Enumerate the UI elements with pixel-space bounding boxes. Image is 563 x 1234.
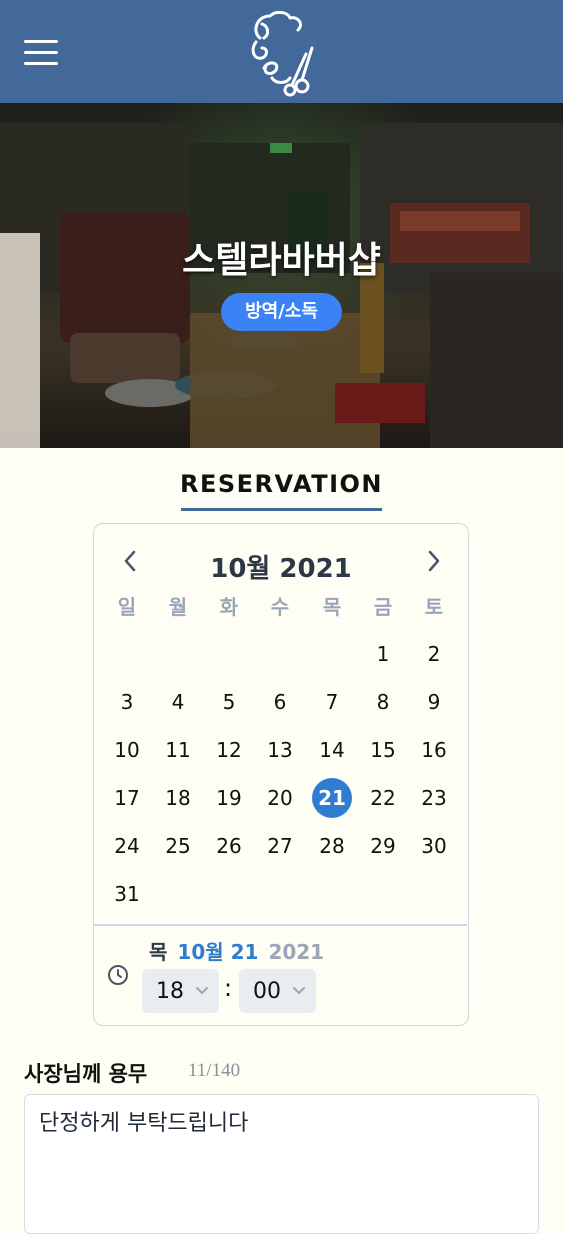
section-underline xyxy=(181,508,382,511)
memo-char-count: 11/140 xyxy=(188,1060,241,1081)
calendar-day[interactable]: 10 xyxy=(107,730,147,770)
calendar-day[interactable]: 28 xyxy=(312,826,352,866)
calendar-day[interactable]: 8 xyxy=(363,682,403,722)
calendar-day[interactable]: 27 xyxy=(260,826,300,866)
minute-value: 00 xyxy=(253,979,281,1004)
calendar-day[interactable]: 12 xyxy=(209,730,249,770)
calendar-day[interactable]: 20 xyxy=(260,778,300,818)
calendar-day[interactable]: 3 xyxy=(107,682,147,722)
calendar-day[interactable]: 22 xyxy=(363,778,403,818)
minute-select[interactable]: 00 xyxy=(239,969,316,1013)
memo-label: 사장님께 용무 xyxy=(24,1062,148,1086)
calendar-day[interactable]: 23 xyxy=(414,778,454,818)
calendar-day[interactable]: 13 xyxy=(260,730,300,770)
calendar-day[interactable]: 5 xyxy=(209,682,249,722)
calendar-day[interactable]: 30 xyxy=(414,826,454,866)
hour-value: 18 xyxy=(156,979,184,1004)
selected-date-summary: 목 10월 21 2021 xyxy=(149,936,324,965)
barber-scissors-logo-icon[interactable] xyxy=(246,8,320,98)
calendar-day[interactable]: 14 xyxy=(312,730,352,770)
calendar-day[interactable]: 19 xyxy=(209,778,249,818)
calendar-day[interactable]: 18 xyxy=(158,778,198,818)
selected-month-day: 10월 21 xyxy=(177,940,259,964)
hour-select[interactable]: 18 xyxy=(142,969,219,1013)
calendar-day[interactable]: 16 xyxy=(414,730,454,770)
calendar-divider xyxy=(94,924,467,926)
calendar-day[interactable]: 1 xyxy=(363,634,403,674)
app-header xyxy=(0,0,563,103)
sanitation-badge: 방역/소독 xyxy=(221,293,342,331)
calendar-day[interactable]: 25 xyxy=(158,826,198,866)
weekday-label: 일 xyxy=(117,595,137,619)
calendar-day[interactable]: 29 xyxy=(363,826,403,866)
calendar-day[interactable]: 9 xyxy=(414,682,454,722)
weekday-label: 목 xyxy=(322,595,342,619)
selected-weekday: 목 xyxy=(149,940,168,964)
date-picker-calendar: 10월 2021 일월화수목금토 1 2 3 4 5 6 7 8 9 10 11 12 13 14 15 16… xyxy=(93,523,469,1026)
weekday-label: 화 xyxy=(219,595,239,619)
selected-year: 2021 xyxy=(268,940,325,964)
hero-banner: 스텔라바버샵 방역/소독 xyxy=(0,103,563,448)
weekday-label: 월 xyxy=(168,595,188,619)
clock-icon xyxy=(108,965,128,985)
calendar-day[interactable]: 4 xyxy=(158,682,198,722)
weekday-label: 토 xyxy=(424,595,444,619)
chevron-down-icon xyxy=(196,987,208,995)
weekday-label: 금 xyxy=(373,595,393,619)
calendar-day[interactable]: 2 xyxy=(414,634,454,674)
calendar-day[interactable]: 26 xyxy=(209,826,249,866)
time-separator: : xyxy=(224,974,233,1002)
calendar-month-label: 10월 2021 xyxy=(210,554,352,584)
calendar-day-selected[interactable]: 21 xyxy=(312,778,352,818)
weekday-label: 수 xyxy=(270,595,290,619)
chevron-right-icon[interactable] xyxy=(418,546,448,576)
hamburger-menu-icon[interactable] xyxy=(24,38,60,66)
section-title: RESERVATION xyxy=(180,470,383,498)
calendar-day[interactable]: 17 xyxy=(107,778,147,818)
calendar-day[interactable]: 6 xyxy=(260,682,300,722)
calendar-day[interactable]: 15 xyxy=(363,730,403,770)
calendar-day[interactable]: 24 xyxy=(107,826,147,866)
chevron-down-icon xyxy=(293,987,305,995)
calendar-day[interactable]: 31 xyxy=(107,874,147,914)
memo-textarea[interactable] xyxy=(24,1094,539,1234)
shop-name: 스텔라바버샵 xyxy=(182,240,381,281)
calendar-day[interactable]: 11 xyxy=(158,730,198,770)
calendar-day[interactable]: 7 xyxy=(312,682,352,722)
